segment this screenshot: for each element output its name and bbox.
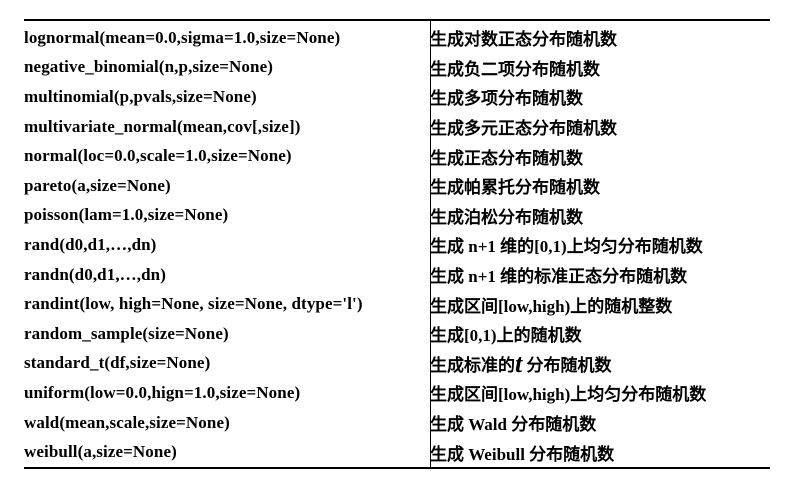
table-top-rule [24,19,770,21]
function-description: 生成标准的t 分布随机数 [430,349,770,379]
function-signature: random_sample(size=None) [24,323,229,343]
function-signature: randn(d0,d1,…,dn) [24,264,166,284]
function-signature: weibull(a,size=None) [24,442,177,462]
page: lognormal(mean=0.0,sigma=1.0,size=None) … [0,0,800,487]
table-row: randn(d0,d1,…,dn) 生成 n+1 维的标准正态分布随机数 [24,260,770,290]
table-row: uniform(low=0.0,hign=1.0,size=None) 生成区间… [24,378,770,408]
function-description: 生成帕累托分布随机数 [430,178,600,198]
table-row: multinomial(p,pvals,size=None) 生成多项分布随机数 [24,82,770,112]
function-signature: pareto(a,size=None) [24,175,171,195]
table-row: randint(low, high=None, size=None, dtype… [24,289,770,319]
function-signature: randint(low, high=None, size=None, dtype… [24,294,363,314]
function-description: 生成 n+1 维的标准正态分布随机数 [430,267,688,287]
function-description: 生成负二项分布随机数 [430,59,600,79]
function-signature: multivariate_normal(mean,cov[,size]) [24,116,301,136]
table-row: pareto(a,size=None) 生成帕累托分布随机数 [24,171,770,201]
function-description: 生成区间[low,high)上的随机整数 [430,296,673,316]
table-bottom-rule [24,467,770,469]
description-suffix: 分布随机数 [522,355,612,375]
table-row: poisson(lam=1.0,size=None) 生成泊松分布随机数 [24,201,770,231]
function-description: 生成泊松分布随机数 [430,207,583,227]
table-row: rand(d0,d1,…,dn) 生成 n+1 维的[0,1)上均匀分布随机数 [24,230,770,260]
function-description: 生成正态分布随机数 [430,148,583,168]
description-prefix: 生成标准的 [430,355,515,375]
table-row: weibull(a,size=None) 生成 Weibull 分布随机数 [24,437,770,467]
t-symbol: t [515,348,523,378]
function-description: 生成多项分布随机数 [430,89,583,109]
table-row: lognormal(mean=0.0,sigma=1.0,size=None) … [24,23,770,53]
function-signature: uniform(low=0.0,hign=1.0,size=None) [24,382,301,402]
function-signature: multinomial(p,pvals,size=None) [24,86,257,106]
table-row: wald(mean,scale,size=None) 生成 Wald 分布随机数 [24,408,770,438]
table-row: random_sample(size=None) 生成[0,1)上的随机数 [24,319,770,349]
function-signature: lognormal(mean=0.0,sigma=1.0,size=None) [24,27,341,47]
random-functions-table: lognormal(mean=0.0,sigma=1.0,size=None) … [24,23,770,467]
function-signature: poisson(lam=1.0,size=None) [24,205,229,225]
function-description: 生成 Wald 分布随机数 [430,415,597,435]
function-description: 生成 Weibull 分布随机数 [430,444,615,464]
function-description: 生成多元正态分布随机数 [430,119,617,139]
table-row: multivariate_normal(mean,cov[,size]) 生成多… [24,112,770,142]
function-signature: standard_t(df,size=None) [24,353,211,373]
function-signature: wald(mean,scale,size=None) [24,412,230,432]
function-signature: negative_binomial(n,p,size=None) [24,57,273,77]
function-description: 生成区间[low,high)上均匀分布随机数 [430,385,707,405]
function-signature: normal(loc=0.0,scale=1.0,size=None) [24,146,292,166]
table-row: normal(loc=0.0,scale=1.0,size=None) 生成正态… [24,141,770,171]
function-description: 生成 n+1 维的[0,1)上均匀分布随机数 [430,237,703,257]
table-row: standard_t(df,size=None) 生成标准的t 分布随机数 [24,349,770,379]
function-description: 生成对数正态分布随机数 [430,30,617,50]
table-row: negative_binomial(n,p,size=None) 生成负二项分布… [24,53,770,83]
function-description: 生成[0,1)上的随机数 [430,326,582,346]
function-signature: rand(d0,d1,…,dn) [24,234,157,254]
